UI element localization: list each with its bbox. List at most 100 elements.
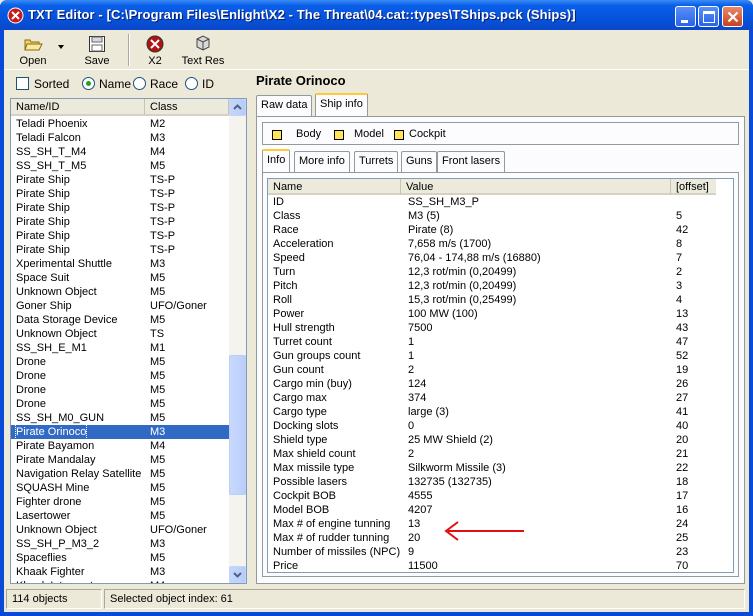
column-header-class[interactable]: Class (145, 99, 229, 116)
table-row[interactable]: Turn 12,3 rot/min (0,20499) 2 (268, 265, 733, 279)
sort-by-id-radio[interactable] (185, 77, 198, 90)
list-item[interactable]: Unknown Object UFO/Goner (11, 523, 229, 537)
table-row[interactable]: Roll 15,3 rot/min (0,25499) 4 (268, 293, 733, 307)
maximize-button[interactable] (698, 6, 719, 27)
list-item[interactable]: Spaceflies M5 (11, 551, 229, 565)
body-part-label[interactable]: Body (296, 128, 321, 140)
list-item[interactable]: Lasertower M5 (11, 509, 229, 523)
list-item[interactable]: Xperimental Shuttle M3 (11, 257, 229, 271)
save-label: Save (84, 55, 110, 67)
list-item[interactable]: Fighter drone M5 (11, 495, 229, 509)
cockpit-part-label[interactable]: Cockpit (409, 128, 446, 140)
scroll-down-button[interactable] (229, 566, 246, 583)
list-item[interactable]: SS_SH_M0_GUN M5 (11, 411, 229, 425)
table-row[interactable]: Class M3 (5) 5 (268, 209, 733, 223)
list-item[interactable]: Pirate Orinoco M3 (11, 424, 229, 440)
list-item[interactable]: Pirate Ship TS-P (11, 215, 229, 229)
table-row[interactable]: Pitch 12,3 rot/min (0,20499) 3 (268, 279, 733, 293)
column-header-value[interactable]: Value (401, 179, 671, 195)
list-item[interactable]: Pirate Ship TS-P (11, 229, 229, 243)
text-resources-button[interactable]: Text Res (178, 33, 228, 67)
list-item[interactable]: SS_SH_E_M1 M1 (11, 341, 229, 355)
sorted-checkbox[interactable] (16, 77, 29, 90)
table-row[interactable]: Cockpit BOB 4555 17 (268, 489, 733, 503)
x2-button[interactable]: X2 (138, 33, 172, 67)
list-item-class: M5 (150, 384, 166, 396)
list-item[interactable]: Unknown Object M5 (11, 285, 229, 299)
table-row[interactable]: Cargo max 374 27 (268, 391, 733, 405)
property-offset-cell: 41 (676, 406, 689, 418)
list-item-class: M5 (150, 412, 166, 424)
title-bar[interactable]: TXT Editor - [C:\Program Files\Enlight\X… (0, 0, 753, 30)
table-row[interactable]: Acceleration 7,658 m/s (1700) 8 (268, 237, 733, 251)
sort-by-name-radio[interactable] (82, 77, 95, 90)
list-item[interactable]: Khaak Interceptor M4 (11, 579, 229, 583)
table-row[interactable]: Price 11500 70 (268, 559, 733, 572)
table-row[interactable]: Possible lasers 132735 (132735) 18 (268, 475, 733, 489)
table-row[interactable]: Speed 76,04 - 174,88 m/s (16880) 7 (268, 251, 733, 265)
sort-by-race-radio[interactable] (133, 77, 146, 90)
list-item[interactable]: SS_SH_T_M5 M5 (11, 159, 229, 173)
object-list-scrollbar[interactable] (229, 99, 246, 583)
list-item[interactable]: Unknown Object TS (11, 327, 229, 341)
table-row[interactable]: Shield type 25 MW Shield (2) 20 (268, 433, 733, 447)
list-item[interactable]: Pirate Ship TS-P (11, 243, 229, 257)
list-item[interactable]: Drone M5 (11, 369, 229, 383)
list-item[interactable]: Drone M5 (11, 355, 229, 369)
table-row[interactable]: ID SS_SH_M3_P (268, 195, 733, 209)
table-row[interactable]: Number of missiles (NPC) 9 23 (268, 545, 733, 559)
table-row[interactable]: Gun groups count 1 52 (268, 349, 733, 363)
list-item[interactable]: SS_SH_P_M3_2 M3 (11, 537, 229, 551)
subtab-more-info[interactable]: More info (294, 151, 350, 172)
model-part-label[interactable]: Model (354, 128, 384, 140)
cockpit-part-icon[interactable] (394, 130, 404, 140)
column-header-name-id[interactable]: Name/ID (11, 99, 145, 116)
list-item[interactable]: Space Suit M5 (11, 271, 229, 285)
table-row[interactable]: Docking slots 0 40 (268, 419, 733, 433)
subtab-front-lasers[interactable]: Front lasers (437, 151, 506, 172)
column-header-property-name[interactable]: Name (268, 179, 401, 195)
table-row[interactable]: Hull strength 7500 43 (268, 321, 733, 335)
list-item[interactable]: SS_SH_T_M4 M4 (11, 145, 229, 159)
list-item[interactable]: Drone M5 (11, 383, 229, 397)
column-header-offset[interactable]: [offset] (671, 179, 718, 195)
table-row[interactable]: Cargo type large (3) 41 (268, 405, 733, 419)
object-list[interactable]: Name/ID Class Teladi Phoenix M2 Teladi Fal… (10, 98, 247, 584)
list-item[interactable]: Teladi Phoenix M2 (11, 117, 229, 131)
scroll-thumb[interactable] (229, 355, 246, 495)
save-button[interactable]: Save (76, 33, 118, 67)
list-item[interactable]: Pirate Ship TS-P (11, 201, 229, 215)
list-item[interactable]: Goner Ship UFO/Goner (11, 299, 229, 313)
table-row[interactable]: Max shield count 2 21 (268, 447, 733, 461)
tab-ship-info[interactable]: Ship info (315, 93, 368, 116)
body-part-icon[interactable] (272, 130, 282, 140)
open-button[interactable]: Open (12, 33, 54, 67)
table-row[interactable]: Cargo min (buy) 124 26 (268, 377, 733, 391)
table-row[interactable]: Gun count 2 19 (268, 363, 733, 377)
table-row[interactable]: Power 100 MW (100) 13 (268, 307, 733, 321)
scroll-up-button[interactable] (229, 99, 246, 116)
subtab-guns[interactable]: Guns (401, 151, 438, 172)
table-row[interactable]: Race Pirate (8) 42 (268, 223, 733, 237)
list-item[interactable]: Khaak Fighter M3 (11, 565, 229, 579)
model-part-icon[interactable] (334, 130, 344, 140)
list-item[interactable]: SQUASH Mine M5 (11, 481, 229, 495)
list-item[interactable]: Pirate Mandalay M5 (11, 453, 229, 467)
subtab-turrets[interactable]: Turrets (354, 151, 399, 172)
table-row[interactable]: Model BOB 4207 16 (268, 503, 733, 517)
list-item[interactable]: Pirate Ship TS-P (11, 187, 229, 201)
subtab-info[interactable]: Info (262, 149, 291, 172)
list-item[interactable]: Navigation Relay Satellite M5 (11, 467, 229, 481)
list-item[interactable]: Teladi Falcon M3 (11, 131, 229, 145)
table-row[interactable]: Max missile type Silkworm Missile (3) 22 (268, 461, 733, 475)
list-item[interactable]: Pirate Bayamon M4 (11, 439, 229, 453)
open-dropdown-button[interactable] (56, 33, 68, 67)
table-row[interactable]: Turret count 1 47 (268, 335, 733, 349)
ship-properties-grid[interactable]: Name Value [offset] ID SS_SH_M3_P Class M3 … (267, 178, 734, 573)
close-button[interactable] (722, 6, 743, 27)
list-item[interactable]: Drone M5 (11, 397, 229, 411)
minimize-button[interactable] (675, 6, 696, 27)
list-item[interactable]: Pirate Ship TS-P (11, 173, 229, 187)
tab-raw-data[interactable]: Raw data (256, 95, 313, 116)
list-item[interactable]: Data Storage Device M5 (11, 313, 229, 327)
